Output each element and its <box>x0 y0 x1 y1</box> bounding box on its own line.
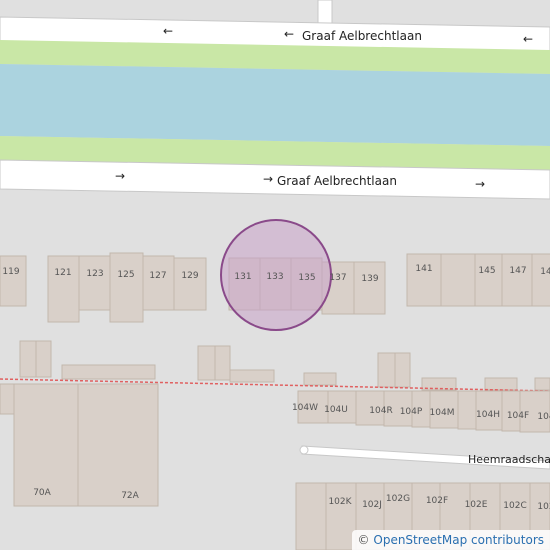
house-number-label: 137 <box>329 273 346 283</box>
street-label-heemraadschap: Heemraadschap <box>468 453 550 466</box>
house-number-label: 104R <box>369 406 392 416</box>
house-number-label: 102E <box>465 500 488 510</box>
house-number-label: 102F <box>426 496 448 506</box>
house-number-label: 141 <box>415 264 432 274</box>
house-number-label: 102G <box>386 494 410 504</box>
house-number-label: 133 <box>266 272 283 282</box>
house-number-label: 102K <box>328 497 352 507</box>
house-number-label: 127 <box>149 271 166 281</box>
arrow-north-2: ← <box>284 27 294 41</box>
arrow-south-1: → <box>115 169 125 183</box>
attribution-link[interactable]: OpenStreetMap contributors <box>373 533 544 547</box>
side-street-north-1 <box>317 0 333 25</box>
buildings-large-left <box>0 383 159 507</box>
house-number-label: 121 <box>54 268 71 278</box>
house-number-label: 135 <box>298 273 315 283</box>
arrow-south-2: → <box>263 172 273 186</box>
house-number-label: 123 <box>86 269 103 279</box>
arrow-north-3: ← <box>523 32 533 46</box>
house-number-label: 145 <box>478 266 495 276</box>
house-number-label: 125 <box>117 270 134 280</box>
house-number-label: 102 <box>537 502 550 512</box>
canal-water <box>0 64 550 146</box>
house-number-label: 129 <box>181 271 198 281</box>
map-attribution: © OpenStreetMap contributors <box>351 530 550 550</box>
road-end-cap <box>299 445 309 455</box>
map-canvas[interactable]: ← ← Graaf Aelbrechtlaan ← → → Graaf Aelb… <box>0 0 550 550</box>
house-number-label: 104H <box>476 410 500 420</box>
house-number-label: 104F <box>507 411 529 421</box>
house-number-label: 104 <box>537 412 550 422</box>
house-number-label: 104P <box>400 407 423 417</box>
house-number-label: 102J <box>362 500 382 510</box>
house-number-label: 104U <box>324 405 348 415</box>
house-number-label: 119 <box>2 267 19 277</box>
arrow-north-1: ← <box>163 24 173 38</box>
house-number-label: 102C <box>503 501 526 511</box>
street-label-south: Graaf Aelbrechtlaan <box>277 174 397 188</box>
arrow-south-3: → <box>475 177 485 191</box>
house-number-label: 14 <box>540 267 550 277</box>
house-number-label: 72A <box>121 491 139 501</box>
house-number-label: 104M <box>430 408 455 418</box>
house-number-label: 70A <box>33 488 51 498</box>
house-number-label: 147 <box>509 266 526 276</box>
house-number-label: 131 <box>234 272 251 282</box>
house-number-label: 104W <box>292 403 318 413</box>
street-label-north: Graaf Aelbrechtlaan <box>302 29 422 43</box>
house-number-label: 139 <box>361 274 378 284</box>
copyright-symbol: © <box>357 533 370 547</box>
